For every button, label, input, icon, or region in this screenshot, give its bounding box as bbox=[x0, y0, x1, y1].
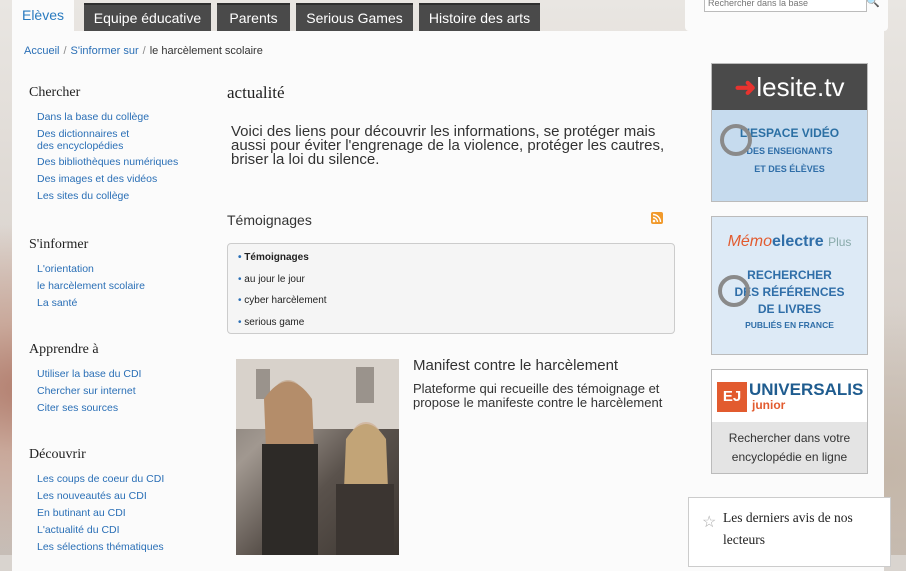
breadcrumb-informer[interactable]: S'informer sur bbox=[71, 45, 139, 57]
rss-icon[interactable] bbox=[651, 212, 663, 224]
nav-link-citer-sources[interactable]: Citer ses sources bbox=[37, 402, 209, 415]
article-photo[interactable] bbox=[236, 359, 399, 555]
nav-link-actualite[interactable]: L'actualité du CDI bbox=[37, 524, 209, 537]
nav-link-coups-coeur[interactable]: Les coups de coeur du CDI bbox=[37, 473, 209, 486]
nav-link-butinant[interactable]: En butinant au CDI bbox=[37, 507, 209, 520]
breadcrumb: Accueil / S'informer sur / le harcèlement sc… bbox=[24, 45, 263, 57]
universalis-junior: junior bbox=[752, 398, 786, 412]
tab-parents[interactable]: Parents bbox=[217, 3, 290, 31]
subnav-item-jour[interactable]: • au jour le jour bbox=[238, 274, 305, 285]
nav-heading-decouvrir: Découvrir bbox=[29, 447, 86, 462]
search-area: 🔍 bbox=[685, 0, 888, 31]
breadcrumb-home[interactable]: Accueil bbox=[24, 45, 59, 57]
nav-link-images-videos[interactable]: Des images et des vidéos bbox=[37, 173, 209, 186]
nav-heading-chercher: Chercher bbox=[29, 85, 81, 100]
magnifier-icon bbox=[720, 124, 752, 156]
magnifier-icon bbox=[718, 275, 750, 307]
lesite-tv-banner[interactable]: ➜lesite.tv L'ESPACE VIDÉO DES ENSEIGNANT… bbox=[711, 63, 868, 202]
memoelectre-logo: Mémoelectre Plus bbox=[727, 233, 852, 250]
universalis-line1: Rechercher dans votre bbox=[728, 431, 851, 445]
page-title: actualité bbox=[227, 83, 285, 102]
subnav-item-cyber[interactable]: • cyber harcèlement bbox=[238, 295, 327, 306]
article-text: Plateforme qui recueille des témoignage … bbox=[413, 381, 663, 410]
memoelectre-banner[interactable]: Mémoelectre Plus RECHERCHER DES RÉFÉRENC… bbox=[711, 216, 868, 355]
lesite-line3: ET DES ÉLÈVES bbox=[754, 164, 825, 174]
nav-link-base-college[interactable]: Dans la base du collège bbox=[37, 111, 209, 124]
reader-reviews-title: Les derniers avis de nos lecteurs bbox=[723, 510, 853, 547]
nav-link-chercher-internet[interactable]: Chercher sur internet bbox=[37, 385, 209, 398]
reader-reviews-box[interactable]: ☆ Les derniers avis de nos lecteurs bbox=[688, 497, 891, 567]
tab-equipe-educative[interactable]: Equipe éducative bbox=[84, 3, 211, 31]
search-input[interactable] bbox=[704, 0, 867, 12]
tab-serious-games[interactable]: Serious Games bbox=[296, 3, 413, 31]
nav-link-selections[interactable]: Les sélections thématiques bbox=[37, 541, 209, 554]
universalis-name: UNIVERSALIS bbox=[749, 380, 864, 399]
subnav-item-serious-game[interactable]: • serious game bbox=[238, 317, 304, 328]
nav-link-sites-college[interactable]: Les sites du collège bbox=[37, 190, 209, 203]
article-title[interactable]: Manifest contre le harcèlement bbox=[413, 357, 618, 374]
nav-link-base-cdi[interactable]: Utiliser la base du CDI bbox=[37, 368, 209, 381]
universalis-banner[interactable]: EJ UNIVERSALIS junior Rechercher dans vo… bbox=[711, 369, 868, 474]
memo-line4: PUBLIÉS EN FRANCE bbox=[745, 320, 834, 330]
nav-section-decouvrir: Découvrir Les coups de coeur du CDI Les … bbox=[29, 447, 209, 558]
universalis-line2: encyclopédie en ligne bbox=[731, 450, 848, 464]
nav-section-informer: S'informer L'orientation le harcèlement … bbox=[29, 237, 209, 314]
nav-section-apprendre: Apprendre à Utiliser la base du CDI Cher… bbox=[29, 342, 209, 419]
nav-section-chercher: Chercher Dans la base du collège Des dic… bbox=[29, 85, 209, 207]
nav-link-harcelement[interactable]: le harcèlement scolaire bbox=[37, 280, 209, 293]
subnav-item-temoignages[interactable]: • Témoignages bbox=[238, 252, 309, 263]
breadcrumb-current: le harcèlement scolaire bbox=[149, 45, 263, 57]
universalis-ej-logo: EJ bbox=[717, 382, 747, 412]
nav-link-bibliotheques[interactable]: Des bibliothèques numériques bbox=[37, 156, 209, 169]
nav-link-orientation[interactable]: L'orientation bbox=[37, 263, 209, 276]
tab-eleves[interactable]: Elèves bbox=[12, 0, 74, 31]
search-icon[interactable]: 🔍 bbox=[866, 0, 880, 8]
lesite-logo: ➜lesite.tv bbox=[712, 64, 867, 110]
nav-link-sante[interactable]: La santé bbox=[37, 297, 209, 310]
nav-heading-informer: S'informer bbox=[29, 237, 89, 252]
intro-text: Voici des liens pour découvrir les infor… bbox=[231, 123, 665, 168]
section-title: Témoignages bbox=[227, 212, 312, 228]
section-subnav: • Témoignages • au jour le jour • cyber … bbox=[227, 243, 675, 334]
nav-link-dictionnaires[interactable]: Des dictionnaires et des encyclopédies bbox=[37, 128, 147, 152]
nav-heading-apprendre: Apprendre à bbox=[29, 342, 99, 357]
star-icon: ☆ bbox=[702, 514, 717, 531]
nav-link-nouveautes[interactable]: Les nouveautés au CDI bbox=[37, 490, 209, 503]
tab-histoire-des-arts[interactable]: Histoire des arts bbox=[419, 3, 540, 31]
